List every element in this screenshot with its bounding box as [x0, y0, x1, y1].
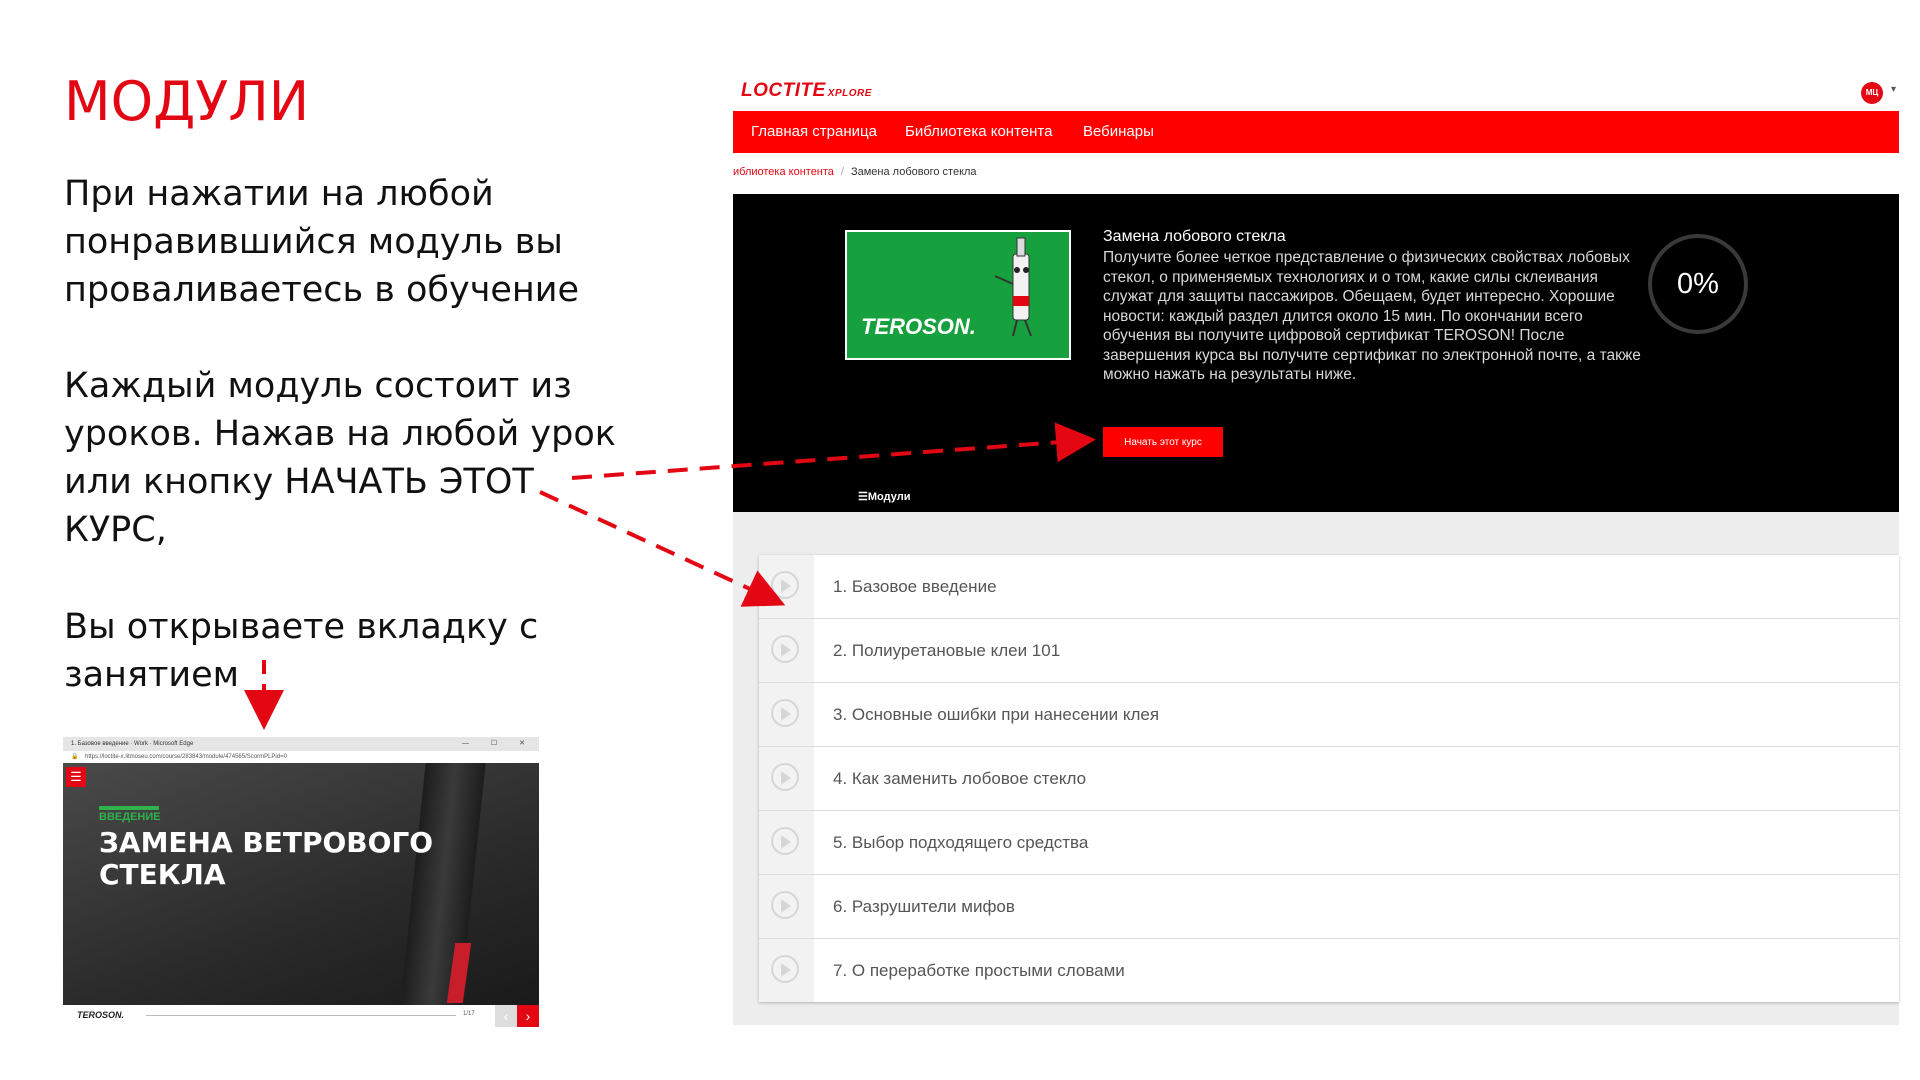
course-hero: TEROSON. Замена лобового стекла Получите… — [733, 194, 1899, 512]
logo-text: LOCTITE — [741, 80, 826, 101]
main-nav: Главная страница Библиотека контента Веб… — [733, 111, 1899, 153]
text-line: При нажатии на любой — [64, 174, 494, 214]
play-icon[interactable] — [759, 811, 814, 874]
lesson-label: 4. Как заменить лобовое стекло — [833, 769, 1087, 788]
paragraph-module-lessons: Каждый модуль состоит из уроков. Нажав н… — [64, 362, 616, 554]
user-avatar[interactable]: МЦ — [1861, 82, 1883, 104]
intro-label: ВВЕДЕНИЕ — [99, 811, 161, 823]
logo-suffix: XPLORE — [827, 88, 872, 99]
play-icon[interactable] — [759, 619, 814, 682]
lesson-area: 1. Базовое введение 2. Полиуретановые кл… — [733, 512, 1899, 1025]
lesson-footer: TEROSON. 1/17 ‹ › — [63, 1005, 539, 1027]
start-course-button[interactable]: Начать этот курс — [1103, 427, 1223, 457]
chevron-down-icon[interactable]: ▾ — [1891, 84, 1896, 95]
text-line: уроков. Нажав на любой урок — [64, 414, 616, 454]
intro-underline — [99, 806, 159, 810]
lesson-row[interactable]: 3. Основные ошибки при нанесении клея — [759, 683, 1899, 747]
menu-icon[interactable]: ☰ — [66, 767, 86, 787]
modules-tab[interactable]: ☰Модули — [858, 490, 910, 503]
lesson-tab-preview: 1. Базовое введение · Work · Microsoft E… — [63, 737, 539, 1027]
lesson-headline: ЗАМЕНА ВЕТРОВОГО СТЕКЛА — [99, 826, 434, 891]
breadcrumb-parent[interactable]: иблиотека контента — [733, 166, 834, 178]
prev-icon[interactable]: ‹ — [495, 1005, 517, 1027]
slide-title: МОДУЛИ — [64, 70, 310, 133]
lesson-row[interactable]: 2. Полиуретановые клеи 101 — [759, 619, 1899, 683]
text-line: Вы открываете вкладку с — [64, 607, 539, 647]
course-thumbnail: TEROSON. — [845, 230, 1071, 360]
play-icon[interactable] — [759, 555, 814, 618]
lesson-label: 5. Выбор подходящего средства — [833, 833, 1089, 852]
breadcrumb: иблиотека контента / Замена лобового стекл… — [733, 166, 977, 178]
course-description: Получите более четкое представление о фи… — [1103, 249, 1641, 383]
text-line: КУРС, — [64, 510, 167, 550]
paragraph-open-tab: Вы открываете вкладку с занятием — [64, 603, 538, 699]
lesson-row[interactable]: 6. Разрушители мифов — [759, 875, 1899, 939]
teroson-brand: TEROSON. — [861, 314, 976, 339]
lesson-list: 1. Базовое введение 2. Полиуретановые кл… — [759, 555, 1899, 1002]
lesson-row[interactable]: 4. Как заменить лобовое стекло — [759, 747, 1899, 811]
window-controls[interactable]: — ☐ ✕ — [462, 737, 535, 751]
play-icon[interactable] — [759, 875, 814, 938]
text-line: или кнопку НАЧАТЬ ЭТОТ — [64, 462, 534, 502]
modules-tab-label: Модули — [867, 491, 911, 503]
breadcrumb-separator: / — [840, 166, 844, 178]
text-line: занятием — [64, 655, 240, 695]
lesson-label: 2. Полиуретановые клеи 101 — [833, 641, 1061, 660]
course-title: Замена лобового стекла — [1103, 228, 1286, 245]
lesson-row[interactable]: 1. Базовое введение — [759, 555, 1899, 619]
lesson-stage: ☰ ВВЕДЕНИЕ ЗАМЕНА ВЕТРОВОГО СТЕКЛА — [63, 763, 539, 1005]
progress-percent: 0% — [1677, 268, 1719, 300]
text-line: Каждый модуль состоит из — [64, 366, 572, 406]
page-counter: 1/17 — [463, 1011, 475, 1017]
lock-icon: 🔒 — [71, 754, 79, 760]
lms-screenshot: LOCTITE XPLORE МЦ ▾ Главная страница Библ… — [733, 70, 1899, 1025]
address-url: https://loctite-x.litmoseu.com/course/28… — [85, 754, 287, 760]
progress-track[interactable] — [146, 1015, 456, 1016]
lesson-row[interactable]: 7. О переработке простыми словами — [759, 939, 1899, 1002]
footer-logo: TEROSON. — [77, 1010, 125, 1020]
paragraph-click-module: При нажатии на любой понравившийся модул… — [64, 170, 579, 314]
list-icon: ☰ — [858, 491, 868, 503]
lesson-label: 3. Основные ошибки при нанесении клея — [833, 705, 1160, 724]
play-icon[interactable] — [759, 747, 814, 810]
lesson-label: 7. О переработке простыми словами — [833, 961, 1125, 980]
lesson-row[interactable]: 5. Выбор подходящего средства — [759, 811, 1899, 875]
play-icon[interactable] — [759, 683, 814, 746]
next-icon[interactable]: › — [517, 1005, 539, 1027]
nav-content-library[interactable]: Библиотека контента — [905, 111, 1052, 153]
play-icon[interactable] — [759, 939, 814, 1002]
window-title: 1. Базовое введение · Work · Microsoft E… — [71, 741, 194, 747]
nav-home[interactable]: Главная страница — [751, 111, 877, 153]
loctite-logo[interactable]: LOCTITE XPLORE — [741, 80, 872, 102]
nav-webinars[interactable]: Вебинары — [1083, 111, 1154, 153]
lesson-label: 6. Разрушители мифов — [833, 897, 1015, 916]
text-line: понравившийся модуль вы — [64, 222, 563, 262]
lesson-label: 1. Базовое введение — [833, 577, 997, 596]
breadcrumb-current: Замена лобового стекла — [850, 166, 977, 178]
window-titlebar: 1. Базовое введение · Work · Microsoft E… — [63, 737, 539, 751]
text-line: проваливаетесь в обучение — [64, 270, 580, 310]
